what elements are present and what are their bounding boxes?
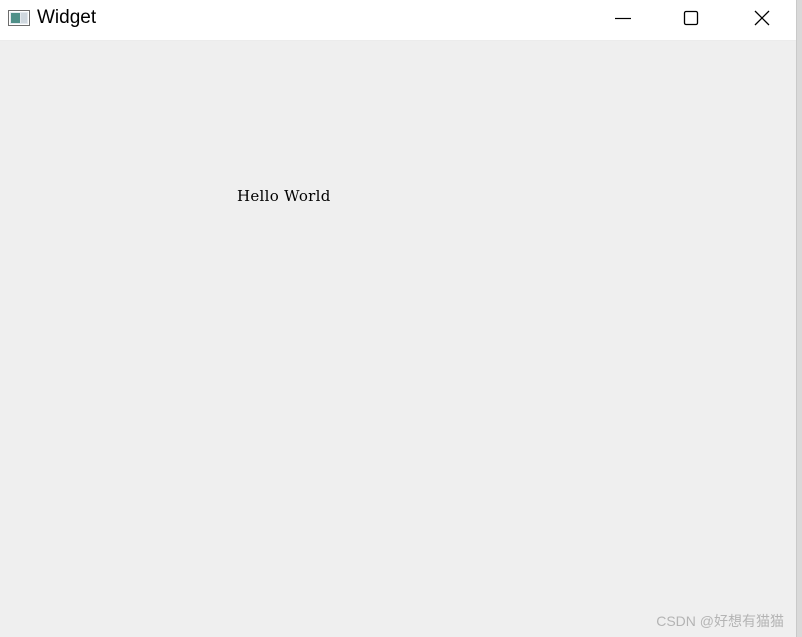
minimize-button[interactable] <box>600 0 646 40</box>
watermark-text: CSDN @好想有猫猫 <box>656 613 784 629</box>
window-title: Widget <box>37 7 97 28</box>
window-edge <box>797 0 802 637</box>
widget-client-area: Hello World <box>0 41 796 637</box>
app-window-icon <box>8 10 30 26</box>
maximize-button[interactable] <box>668 0 714 40</box>
close-icon <box>754 10 770 26</box>
app-window: Widget Hello World CSDN @好想有猫猫 <box>0 0 797 637</box>
minimize-icon <box>615 17 631 20</box>
title-bar[interactable]: Widget <box>0 0 796 41</box>
close-button[interactable] <box>739 0 785 40</box>
hello-world-label: Hello World <box>237 187 331 205</box>
maximize-icon <box>683 10 699 26</box>
